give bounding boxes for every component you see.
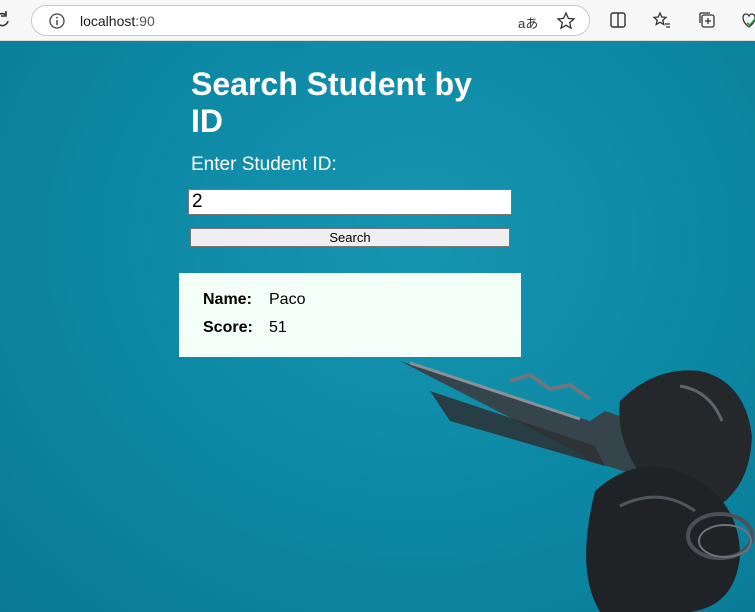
page-background: Search Student by ID Enter Student ID: S…: [0, 41, 755, 612]
score-value: 51: [269, 319, 287, 336]
favorite-star-icon[interactable]: [556, 11, 576, 31]
read-aloud-icon[interactable]: aあ: [518, 13, 538, 32]
student-result-card: Name: Paco Score: 51: [179, 273, 521, 357]
info-icon[interactable]: [49, 13, 65, 29]
collections-icon[interactable]: [697, 10, 717, 30]
student-id-label: Enter Student ID:: [191, 154, 337, 175]
page-title: Search Student by ID: [191, 66, 472, 139]
url-text[interactable]: localhost:90: [80, 13, 155, 29]
search-button[interactable]: Search: [190, 228, 510, 247]
name-value: Paco: [269, 291, 306, 308]
favorites-icon[interactable]: [652, 10, 672, 30]
result-name-row: Name: Paco: [203, 291, 305, 309]
name-label: Name:: [203, 291, 252, 308]
split-screen-icon[interactable]: [608, 10, 628, 30]
address-bar[interactable]: localhost:90 aあ: [31, 5, 590, 36]
result-score-row: Score: 51: [203, 319, 287, 337]
url-host: localhost: [80, 13, 136, 29]
browser-toolbar: localhost:90 aあ: [0, 0, 755, 41]
browser-essentials-icon[interactable]: [739, 10, 755, 30]
url-port: :90: [135, 13, 155, 29]
student-id-input[interactable]: [188, 189, 512, 215]
keys-photo: [400, 361, 754, 612]
reload-icon[interactable]: [0, 11, 10, 29]
score-label: Score:: [203, 319, 253, 336]
